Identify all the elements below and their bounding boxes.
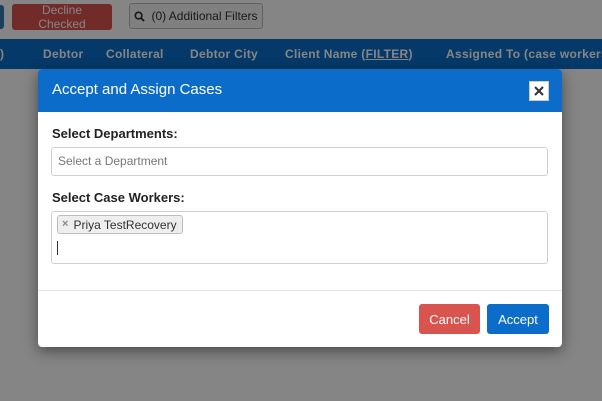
departments-label: Select Departments: <box>52 126 178 141</box>
modal-close-button[interactable] <box>529 81 549 101</box>
department-select[interactable]: Select a Department <box>51 147 548 176</box>
close-icon <box>534 86 544 96</box>
selected-worker-tag: × Priya TestRecovery <box>57 215 183 234</box>
remove-tag-icon[interactable]: × <box>62 219 68 230</box>
accept-button[interactable]: Accept <box>487 304 549 334</box>
text-caret <box>57 241 58 255</box>
modal-header: Accept and Assign Cases <box>38 69 562 112</box>
case-workers-label: Select Case Workers: <box>52 190 185 205</box>
accept-assign-modal: Accept and Assign Cases Select Departmen… <box>38 69 562 347</box>
case-workers-multiselect[interactable]: × Priya TestRecovery <box>51 211 548 264</box>
selected-worker-name: Priya TestRecovery <box>73 217 177 232</box>
modal-footer-divider <box>38 290 562 291</box>
cancel-button[interactable]: Cancel <box>419 304 480 334</box>
department-placeholder: Select a Department <box>58 154 168 168</box>
modal-title: Accept and Assign Cases <box>52 81 223 98</box>
